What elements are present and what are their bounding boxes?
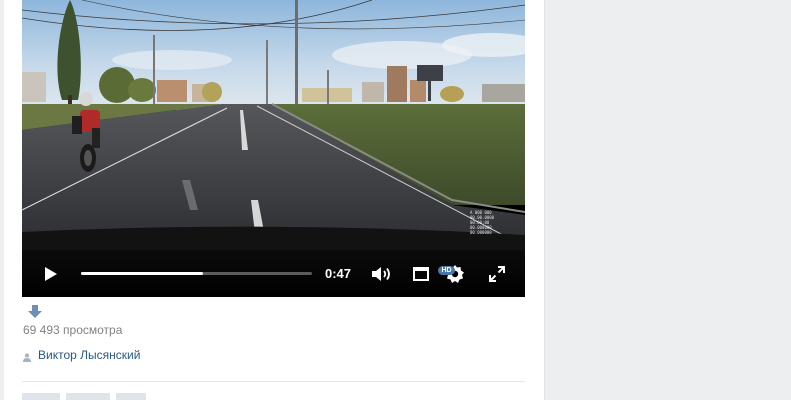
- hd-badge: HD: [438, 266, 455, 275]
- play-icon: [45, 266, 57, 281]
- current-time: 0:47: [325, 266, 352, 281]
- play-button[interactable]: [36, 250, 66, 297]
- fullscreen-window-icon: [413, 266, 429, 281]
- page-background: [545, 0, 791, 400]
- download-arrow-icon: [28, 305, 42, 318]
- view-count: 69 493 просмотра: [23, 323, 123, 337]
- expand-icon: [489, 265, 505, 282]
- user-icon: [23, 349, 31, 367]
- expand-button[interactable]: [484, 250, 510, 297]
- volume-icon: [372, 266, 390, 281]
- video-player[interactable]: А 000 000 00.00.0000 00:00:00 00.000000 …: [22, 0, 525, 297]
- dashcam-overlay: А 000 000 00.00.0000 00:00:00 00.000000 …: [470, 210, 494, 235]
- seek-bar-fill: [81, 272, 204, 275]
- volume-button[interactable]: [369, 250, 395, 297]
- divider: [22, 381, 525, 382]
- video-frame[interactable]: [22, 0, 525, 250]
- mini-player-button[interactable]: [408, 250, 434, 297]
- next-post-title-cropped: [22, 393, 222, 400]
- download-button[interactable]: [28, 305, 42, 324]
- hud-line: 00.000000: [470, 230, 492, 235]
- seek-bar[interactable]: [81, 272, 312, 275]
- author-link[interactable]: Виктор Лысянский: [38, 348, 140, 362]
